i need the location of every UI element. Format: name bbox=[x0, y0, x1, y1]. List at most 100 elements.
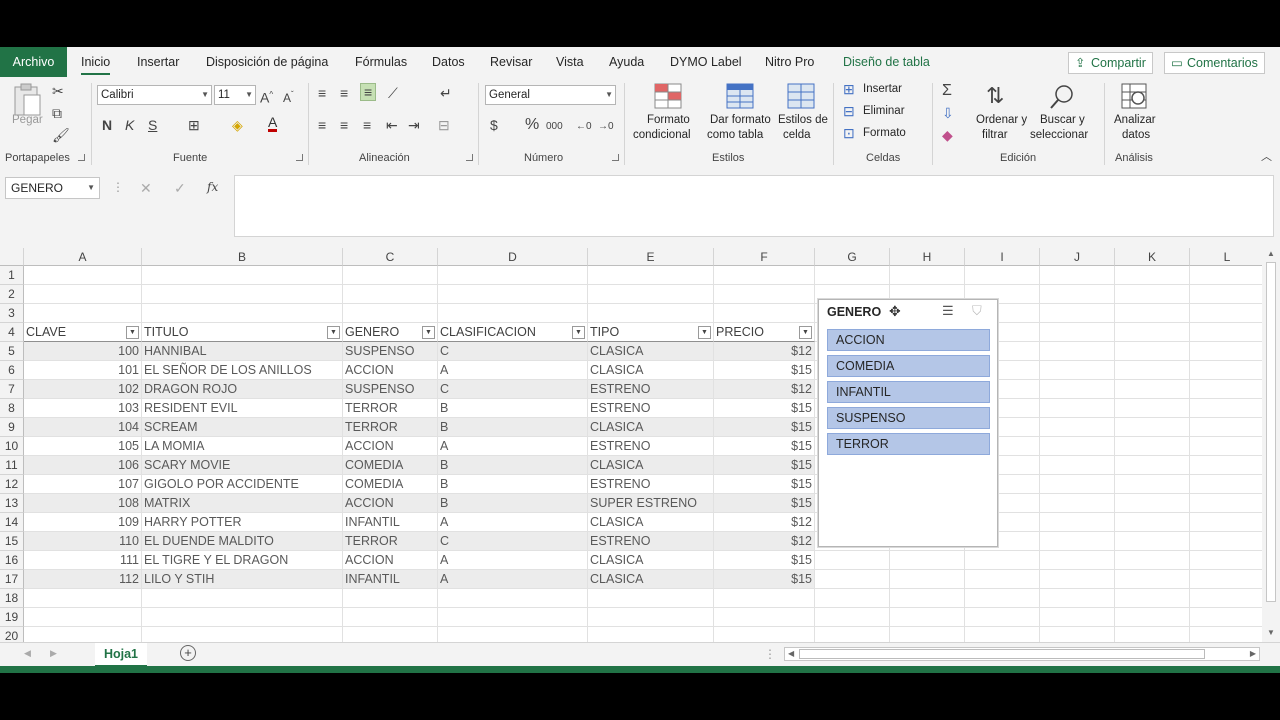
table-cell[interactable]: CLASICA bbox=[588, 342, 714, 361]
confirm-icon[interactable]: ✓ bbox=[174, 180, 186, 196]
row-header[interactable]: 18 bbox=[0, 589, 24, 608]
column-header[interactable]: F bbox=[714, 248, 815, 266]
table-cell[interactable]: LILO Y STIH bbox=[142, 570, 343, 589]
slicer-item[interactable]: ACCION bbox=[827, 329, 990, 351]
cell[interactable] bbox=[965, 266, 1040, 285]
table-cell[interactable]: MATRIX bbox=[142, 494, 343, 513]
decrease-decimal-icon[interactable]: →0 bbox=[598, 119, 614, 135]
cell[interactable] bbox=[24, 627, 142, 642]
formula-input[interactable] bbox=[234, 175, 1274, 237]
cell[interactable] bbox=[142, 589, 343, 608]
select-all-corner[interactable] bbox=[0, 248, 24, 266]
decrease-indent-icon[interactable]: ⇤ bbox=[386, 117, 398, 133]
filter-dropdown-icon[interactable]: ▼ bbox=[799, 326, 812, 339]
cell[interactable] bbox=[142, 266, 343, 285]
name-box[interactable]: GENERO ▼ bbox=[5, 177, 100, 199]
table-cell[interactable]: $12 bbox=[714, 532, 815, 551]
cell[interactable] bbox=[1115, 456, 1190, 475]
analyze-data-button[interactable]: Analizar datos bbox=[1112, 81, 1158, 145]
column-header[interactable]: D bbox=[438, 248, 588, 266]
italic-button[interactable]: K bbox=[125, 117, 134, 133]
cell[interactable] bbox=[890, 266, 965, 285]
scroll-left-icon[interactable]: ◀ bbox=[788, 649, 794, 658]
row-header[interactable]: 17 bbox=[0, 570, 24, 589]
cell[interactable] bbox=[714, 266, 815, 285]
cell[interactable] bbox=[588, 266, 714, 285]
font-size-combo[interactable]: 11 ▼ bbox=[214, 85, 256, 105]
slicer-item[interactable]: INFANTIL bbox=[827, 381, 990, 403]
align-left-icon[interactable]: ≡ bbox=[318, 117, 326, 133]
cell[interactable] bbox=[1115, 323, 1190, 342]
cell[interactable] bbox=[438, 589, 588, 608]
table-header-cell[interactable]: GENERO ▼ bbox=[343, 323, 438, 342]
cell[interactable] bbox=[1115, 608, 1190, 627]
cell[interactable] bbox=[1040, 361, 1115, 380]
table-cell[interactable]: CLASICA bbox=[588, 418, 714, 437]
sheet-tab-hoja1[interactable]: Hoja1 bbox=[95, 643, 147, 667]
cell[interactable] bbox=[965, 551, 1040, 570]
cell[interactable] bbox=[24, 608, 142, 627]
h-scroll-thumb[interactable] bbox=[799, 649, 1205, 659]
cell[interactable] bbox=[965, 608, 1040, 627]
table-cell[interactable]: 110 bbox=[24, 532, 142, 551]
row-header[interactable]: 5 bbox=[0, 342, 24, 361]
cell[interactable] bbox=[1190, 532, 1262, 551]
table-cell[interactable]: SCARY MOVIE bbox=[142, 456, 343, 475]
table-cell[interactable]: $15 bbox=[714, 551, 815, 570]
filter-dropdown-icon[interactable]: ▼ bbox=[698, 326, 711, 339]
cell[interactable] bbox=[890, 570, 965, 589]
cell[interactable] bbox=[588, 285, 714, 304]
row-header[interactable]: 7 bbox=[0, 380, 24, 399]
format-painter-icon[interactable]: 🖌 bbox=[52, 127, 70, 143]
cell[interactable] bbox=[815, 266, 890, 285]
table-cell[interactable]: EL TIGRE Y EL DRAGON bbox=[142, 551, 343, 570]
cancel-icon[interactable]: ✕ bbox=[140, 180, 152, 196]
cell[interactable] bbox=[1115, 399, 1190, 418]
tab-insertar[interactable]: Insertar bbox=[137, 47, 179, 77]
table-cell[interactable]: COMEDIA bbox=[343, 456, 438, 475]
table-header-cell[interactable]: TIPO ▼ bbox=[588, 323, 714, 342]
table-cell[interactable]: COMEDIA bbox=[343, 475, 438, 494]
cell[interactable] bbox=[1115, 589, 1190, 608]
underline-button[interactable]: S bbox=[148, 117, 157, 133]
align-right-icon[interactable]: ≡ bbox=[363, 117, 371, 133]
column-header[interactable]: H bbox=[890, 248, 965, 266]
table-cell[interactable]: $15 bbox=[714, 570, 815, 589]
cell-styles-button[interactable]: Estilos de celda bbox=[776, 81, 828, 145]
cell[interactable] bbox=[1115, 266, 1190, 285]
increase-indent-icon[interactable]: ⇥ bbox=[408, 117, 420, 133]
table-cell[interactable]: $15 bbox=[714, 494, 815, 513]
row-header[interactable]: 14 bbox=[0, 513, 24, 532]
cell[interactable] bbox=[1190, 266, 1262, 285]
tab-dymo[interactable]: DYMO Label bbox=[670, 47, 742, 77]
cell[interactable] bbox=[1115, 494, 1190, 513]
split-handle-icon[interactable]: ⋮ bbox=[764, 647, 776, 661]
cell[interactable] bbox=[142, 285, 343, 304]
table-cell[interactable]: B bbox=[438, 399, 588, 418]
orientation-icon[interactable]: ⟋ bbox=[388, 85, 398, 101]
row-header[interactable]: 3 bbox=[0, 304, 24, 323]
table-cell[interactable]: ACCION bbox=[343, 437, 438, 456]
cell[interactable] bbox=[1190, 304, 1262, 323]
prev-sheet-icon[interactable]: ◀ bbox=[24, 648, 31, 659]
move-icon[interactable]: ✥ bbox=[889, 303, 901, 320]
row-header[interactable]: 2 bbox=[0, 285, 24, 304]
cell[interactable] bbox=[815, 589, 890, 608]
cell[interactable] bbox=[1040, 532, 1115, 551]
table-cell[interactable]: $12 bbox=[714, 380, 815, 399]
cell[interactable] bbox=[1115, 437, 1190, 456]
table-cell[interactable]: $15 bbox=[714, 418, 815, 437]
filter-dropdown-icon[interactable]: ▼ bbox=[327, 326, 340, 339]
sort-filter-button[interactable]: ⇅ Ordenar y filtrar bbox=[974, 81, 1028, 145]
cell[interactable] bbox=[714, 304, 815, 323]
cell[interactable] bbox=[714, 608, 815, 627]
table-cell[interactable]: SCREAM bbox=[142, 418, 343, 437]
currency-icon[interactable]: $ bbox=[490, 117, 498, 133]
find-select-button[interactable]: Buscar y seleccionar bbox=[1030, 81, 1096, 145]
table-cell[interactable]: 108 bbox=[24, 494, 142, 513]
tab-revisar[interactable]: Revisar bbox=[490, 47, 532, 77]
table-cell[interactable]: INFANTIL bbox=[343, 570, 438, 589]
share-button[interactable]: ⇪ Compartir bbox=[1068, 52, 1153, 74]
cut-icon[interactable]: ✂ bbox=[52, 83, 64, 99]
cell[interactable] bbox=[1040, 380, 1115, 399]
